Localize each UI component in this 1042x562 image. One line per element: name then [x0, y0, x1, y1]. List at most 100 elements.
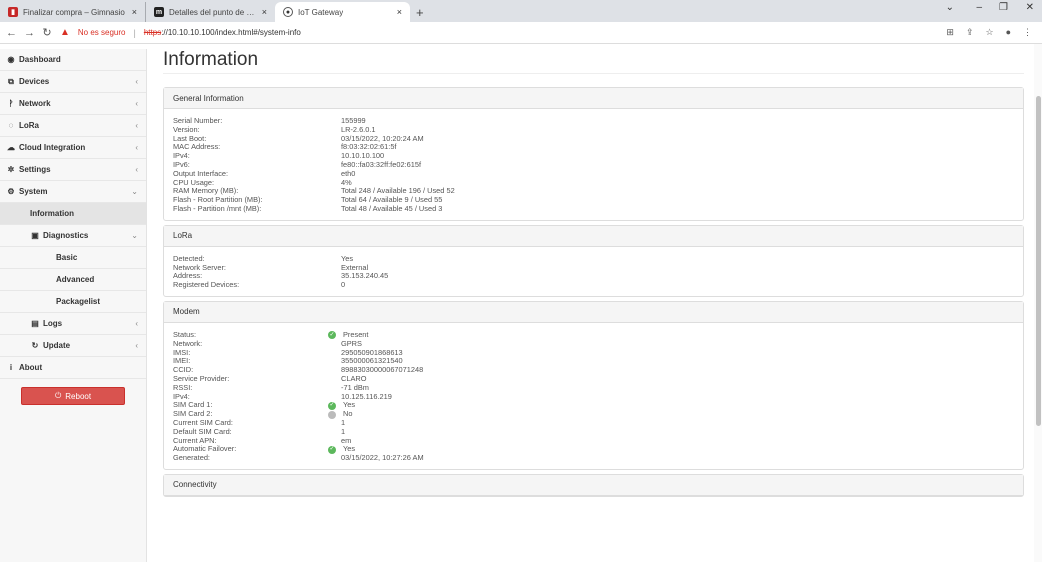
radio-icon: ◌	[8, 121, 14, 130]
info-row: Network: GPRS	[173, 339, 1014, 349]
info-row: SIM Card 2: No	[173, 409, 1014, 419]
panel-body: Detected: Yes Network Server: External Addre…	[164, 247, 1023, 296]
sidebar-item-cloud-integration[interactable]: ☁ Cloud Integration ‹	[0, 137, 146, 159]
sidebar-item-advanced[interactable]: Advanced	[0, 269, 146, 291]
chevron-left-icon: ‹	[135, 99, 138, 108]
chevron-left-icon: ‹	[135, 319, 138, 328]
new-tab-button[interactable]: +	[416, 2, 424, 22]
minimize-icon[interactable]: –	[976, 2, 982, 13]
sidebar-item-lora[interactable]: ◌ LoRa ‹	[0, 115, 146, 137]
menu-icon[interactable]: ⋮	[1023, 27, 1032, 38]
info-key: IMSI:	[173, 347, 191, 357]
sidebar-item-label: Settings	[19, 165, 51, 174]
warning-icon[interactable]: ▲	[60, 27, 70, 38]
m-logo-icon: m	[154, 7, 164, 17]
sidebar-item-settings[interactable]: ✲ Settings ‹	[0, 159, 146, 181]
reload-icon[interactable]: ↻	[42, 26, 52, 39]
panel-heading: Modem	[164, 301, 1023, 323]
sidebar-item-label: Cloud Integration	[19, 143, 86, 152]
panel-body: Serial Number: 155999 Version: LR-2.6.0.1 La…	[164, 109, 1023, 220]
reboot-wrapper: ⏻ Reboot	[0, 379, 146, 413]
sitemap-icon: ⧉	[8, 76, 14, 86]
connectivity-panel: Connectivity	[163, 473, 1024, 497]
info-row: MAC Address: f8:03:32:02:61:5f	[173, 143, 1014, 152]
sidebar-item-packagelist[interactable]: Packagelist	[0, 291, 146, 313]
info-row: CCID: 89883030000067071248	[173, 365, 1014, 375]
bookmark-star-icon[interactable]: ☆	[985, 27, 993, 38]
sidebar-item-logs[interactable]: ▤ Logs ‹	[0, 313, 146, 335]
info-row: Service Provider: CLARO	[173, 374, 1014, 384]
medkit-icon: ▣	[31, 231, 39, 240]
sidebar-item-about[interactable]: i About	[0, 357, 146, 379]
divider: |	[133, 27, 136, 38]
browser-tab-detalles[interactable]: m Detalles del punto de datos - Mc ×	[145, 2, 275, 22]
panel-heading: Connectivity	[164, 474, 1023, 496]
general-information-panel: General Information Serial Number: 155999…	[163, 87, 1024, 221]
tab-search-icon[interactable]: ⌄	[946, 2, 954, 13]
sidebar-item-label: Network	[19, 99, 51, 108]
info-value: 35.153.240.45	[341, 272, 388, 281]
sidebar-item-label: Logs	[43, 319, 63, 328]
sidebar: ◉ Dashboard ⧉ Devices ‹ ᚹ Network ‹ ◌ LoRa ‹ ☁ C…	[0, 49, 147, 562]
close-icon[interactable]: ×	[132, 7, 137, 17]
maximize-icon[interactable]: ❐	[999, 2, 1008, 13]
forward-icon[interactable]: →	[24, 27, 35, 39]
info-row: Current APN: em	[173, 436, 1014, 446]
info-key: Generated:	[173, 453, 210, 463]
info-value: Total 48 / Available 45 / Used 3	[341, 204, 442, 214]
sidebar-item-basic[interactable]: Basic	[0, 247, 146, 269]
main-content: Information General Information Serial N…	[163, 44, 1024, 562]
close-icon[interactable]: ×	[262, 7, 267, 17]
info-row: IMSI: 295050901868613	[173, 347, 1014, 358]
chevron-left-icon: ‹	[135, 165, 138, 174]
check-circle-icon: ✓	[328, 401, 336, 410]
reboot-button[interactable]: ⏻ Reboot	[21, 387, 125, 405]
info-key: Flash - Partition /mnt (MB):	[173, 203, 262, 213]
sidebar-item-information[interactable]: Information	[0, 203, 146, 225]
share-icon[interactable]: ⇪	[966, 27, 974, 38]
sidebar-item-label: LoRa	[19, 121, 39, 130]
window-close-icon[interactable]: ✕	[1026, 2, 1034, 13]
close-icon[interactable]: ×	[397, 7, 402, 17]
back-icon[interactable]: ←	[6, 27, 17, 39]
sidebar-item-network[interactable]: ᚹ Network ‹	[0, 93, 146, 115]
cogs-icon: ⚙	[7, 187, 15, 196]
sidebar-item-label: System	[19, 187, 48, 196]
sidebar-item-label: Basic	[56, 253, 78, 262]
sidebar-item-devices[interactable]: ⧉ Devices ‹	[0, 71, 146, 93]
info-row: RAM Memory (MB): Total 248 / Available 19…	[173, 187, 1014, 196]
info-row: SIM Card 1: ✓ Yes	[173, 401, 1014, 410]
scrollbar-thumb[interactable]	[1036, 96, 1041, 426]
browser-tab-iot-gateway[interactable]: ● IoT Gateway ×	[275, 2, 410, 22]
info-key: RSSI:	[173, 382, 193, 392]
cloud-icon: ☁	[7, 143, 15, 152]
file-icon: ▤	[31, 319, 39, 328]
browser-tab-gimnasio[interactable]: ▮ Finalizar compra – Gimnasio ×	[0, 2, 145, 22]
sidebar-item-update[interactable]: ↻ Update ‹	[0, 335, 146, 357]
profile-icon[interactable]: ●	[1006, 27, 1011, 38]
sidebar-item-dashboard[interactable]: ◉ Dashboard	[0, 49, 146, 71]
info-row: Status: ✓ Present	[173, 330, 1014, 340]
gear-icon: ✲	[7, 165, 15, 174]
info-value-text: 0	[341, 280, 346, 290]
sidebar-item-label: Packagelist	[56, 297, 101, 306]
insecure-label[interactable]: No es seguro	[78, 28, 126, 37]
sidebar-item-label: Diagnostics	[43, 231, 89, 240]
translate-icon[interactable]: ⊞	[946, 27, 954, 38]
address-bar: ← → ↻ ▲ No es seguro | https://10.10.10.…	[0, 22, 1042, 44]
info-row: Flash - Root Partition (MB): Total 64 / A…	[173, 195, 1014, 205]
sidebar-item-diagnostics[interactable]: ▣ Diagnostics ⌄	[0, 225, 146, 247]
info-value: 0	[341, 280, 346, 290]
tab-label: Finalizar compra – Gimnasio	[23, 7, 125, 17]
sidebar-item-system[interactable]: ⚙ System ⌄	[0, 181, 146, 203]
power-icon: ⏻	[54, 391, 62, 400]
panel-body: Status: ✓ Present Network: GPRS IMSI: 29505090…	[164, 323, 1023, 469]
gateway-logo-icon: ●	[283, 7, 293, 17]
tab-label: Detalles del punto de datos - Mc	[169, 7, 257, 17]
chevron-down-icon: ⌄	[131, 187, 138, 196]
info-row: Registered Devices: 0	[173, 280, 1014, 290]
sidebar-item-label: Advanced	[56, 275, 95, 284]
info-key: Registered Devices:	[173, 280, 240, 290]
url-field[interactable]: https://10.10.10.100/index.html#/system-…	[144, 28, 301, 37]
chevron-left-icon: ‹	[135, 121, 138, 130]
